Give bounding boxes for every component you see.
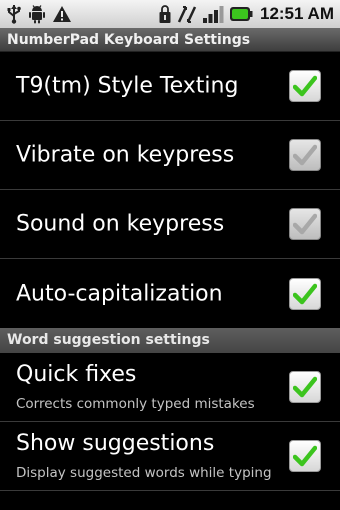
sim-lock-icon: [158, 4, 172, 24]
t9-checkbox[interactable]: [289, 70, 321, 102]
setting-label: Quick fixes: [16, 362, 137, 387]
setting-quick-fixes[interactable]: Quick fixes Corrects commonly typed mist…: [0, 353, 340, 422]
check-icon: [293, 213, 317, 235]
setting-label: Sound on keypress: [16, 211, 225, 237]
battery-icon: [229, 6, 253, 22]
setting-t9-texting[interactable]: T9(tm) Style Texting: [0, 52, 340, 121]
setting-label: Show suggestions: [16, 431, 215, 456]
settings-list: T9(tm) Style Texting Vibrate on keypress…: [0, 52, 340, 491]
auto-capitalization-checkbox[interactable]: [289, 277, 321, 310]
data-transfer-icon: [177, 4, 197, 24]
setting-show-suggestions[interactable]: Show suggestions Display suggested words…: [0, 422, 340, 491]
android-debug-icon: [28, 4, 46, 24]
check-icon: [293, 144, 317, 166]
setting-label: T9(tm) Style Texting: [16, 73, 239, 99]
usb-icon: [6, 4, 22, 24]
window-title: NumberPad Keyboard Settings: [0, 28, 340, 52]
clock: 12:51 AM: [259, 4, 334, 23]
check-icon: [293, 75, 317, 97]
setting-vibrate[interactable]: Vibrate on keypress: [0, 121, 340, 190]
setting-label: Vibrate on keypress: [16, 142, 235, 168]
setting-sound[interactable]: Sound on keypress: [0, 190, 340, 259]
word-suggestion-section-header: Word suggestion settings: [0, 328, 340, 353]
quick-fixes-checkbox[interactable]: [289, 371, 321, 403]
signal-icon: [202, 4, 224, 24]
warning-icon: [52, 5, 72, 23]
setting-label: Auto-capitalization: [16, 281, 223, 306]
setting-auto-capitalization[interactable]: Auto-capitalization: [0, 259, 340, 328]
setting-summary: Corrects commonly typed mistakes: [16, 396, 255, 412]
show-suggestions-checkbox[interactable]: [289, 440, 321, 472]
sound-checkbox[interactable]: [289, 208, 321, 240]
setting-summary: Display suggested words while typing: [16, 465, 272, 481]
check-icon: [293, 445, 317, 467]
vibrate-checkbox[interactable]: [289, 139, 321, 171]
status-bar: 12:51 AM: [0, 0, 340, 28]
check-icon: [293, 376, 317, 398]
check-icon: [293, 283, 317, 304]
